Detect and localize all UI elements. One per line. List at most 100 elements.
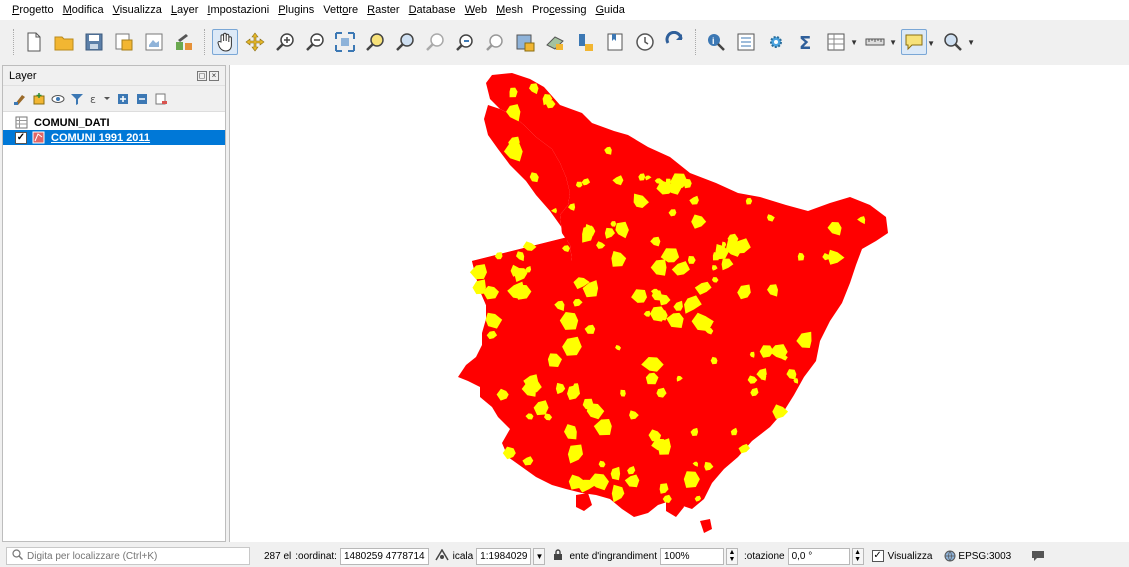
menu-item[interactable]: Raster — [367, 0, 399, 20]
save-icon — [85, 33, 103, 51]
identify-features-button[interactable]: i — [703, 29, 729, 55]
layers-panel: Layer ◻ × ε COMUNI_DATI ✓ COMUNI 1991 20… — [2, 65, 226, 542]
zoom-in-button[interactable] — [272, 29, 298, 55]
menu-item[interactable]: Processing — [532, 0, 586, 20]
chevron-down-icon[interactable]: ▼ — [927, 39, 935, 48]
menu-item[interactable]: Guida — [595, 0, 624, 20]
save-as-button[interactable] — [111, 29, 137, 55]
eye-icon[interactable] — [51, 92, 65, 106]
clock-icon — [636, 33, 654, 51]
float-panel-icon[interactable]: ◻ — [197, 70, 207, 81]
layer-item-comuni-dati[interactable]: COMUNI_DATI — [3, 115, 225, 130]
open-field-calculator-button[interactable] — [733, 29, 759, 55]
filter-icon[interactable] — [70, 92, 84, 106]
new-bookmark-button[interactable] — [572, 29, 598, 55]
field-calculator-icon — [737, 33, 755, 51]
attribute-table-button[interactable]: ▼ — [823, 29, 858, 55]
new-map-view-button[interactable] — [512, 29, 538, 55]
magnifier-spinner[interactable]: ▲ ▼ — [725, 547, 738, 565]
zoom-next-button[interactable] — [482, 29, 508, 55]
svg-text:ε: ε — [90, 93, 96, 106]
save-project-button[interactable] — [81, 29, 107, 55]
menu-item[interactable]: Layer — [171, 0, 199, 20]
lock-scale-icon[interactable] — [553, 548, 563, 564]
zoom-to-layer-button[interactable] — [392, 29, 418, 55]
hand-icon — [217, 32, 232, 52]
zoom-full-button[interactable] — [332, 29, 358, 55]
toolbar: i Σ ▼ ▼ ▼ ▼ — [0, 20, 1129, 64]
locator-input[interactable] — [27, 550, 227, 562]
menu-item[interactable]: Modifica — [63, 0, 104, 20]
open-project-button[interactable] — [51, 29, 77, 55]
messages-icon[interactable] — [1031, 549, 1045, 564]
search-settings-icon — [944, 33, 962, 51]
toolbar-grip[interactable] — [204, 29, 207, 55]
globe-icon — [944, 550, 956, 562]
pan-to-selection-button[interactable] — [242, 29, 268, 55]
map-canvas[interactable] — [229, 65, 1129, 542]
menu-item[interactable]: Web — [465, 0, 487, 20]
rotation-field[interactable]: 0,0 ° — [787, 547, 850, 565]
zoom-out-button[interactable] — [302, 29, 328, 55]
scale-value: 1:1984029 — [480, 550, 528, 562]
layers-panel-header: Layer ◻ × — [3, 66, 225, 86]
locator-bar[interactable] — [6, 547, 250, 565]
coordinate-field[interactable]: 1480259 4778714 — [339, 547, 429, 565]
chevron-down-icon[interactable]: ▼ — [967, 38, 975, 47]
menu-item[interactable]: Impostazioni — [207, 0, 269, 20]
render-checkbox[interactable]: ✓ — [871, 550, 884, 562]
sigma-icon: Σ — [799, 33, 811, 53]
menu-item[interactable]: Plugins — [278, 0, 314, 20]
menu-item[interactable]: Mesh — [496, 0, 523, 20]
show-bookmarks-button[interactable] — [602, 29, 628, 55]
expression-filter-icon[interactable]: ε — [89, 92, 111, 106]
print-layout-button[interactable] — [141, 29, 167, 55]
close-icon[interactable]: × — [209, 70, 219, 81]
expand-all-icon[interactable] — [116, 92, 130, 106]
style-manager-button[interactable] — [171, 29, 197, 55]
statistical-summary-button[interactable]: Σ — [793, 29, 819, 55]
menu-item[interactable]: Vettore — [323, 0, 358, 20]
rotation-value: 0,0 ° — [791, 550, 813, 562]
zoom-last-button[interactable] — [452, 29, 478, 55]
chevron-down-icon[interactable]: ▼ — [850, 38, 858, 47]
new-3d-view-button[interactable] — [542, 29, 568, 55]
scale-field[interactable]: 1:1984029 — [476, 547, 532, 565]
bookmarks-icon — [607, 33, 623, 51]
toolbar-grip[interactable] — [13, 29, 16, 55]
zoom-to-selection-button[interactable] — [362, 29, 388, 55]
zoom-in-icon — [276, 33, 294, 51]
menu-item[interactable]: Database — [409, 0, 456, 20]
menu-item[interactable]: Visualizza — [113, 0, 162, 20]
locator-settings-button[interactable]: ▼ — [940, 29, 975, 55]
refresh-button[interactable] — [662, 29, 688, 55]
layer-name: COMUNI 1991 2011 — [51, 131, 151, 144]
crs-toggle-icon[interactable] — [434, 548, 449, 564]
layer-visibility-checkbox[interactable]: ✓ — [15, 131, 27, 144]
ruler-icon — [865, 38, 885, 46]
toolbar-grip[interactable] — [695, 29, 698, 55]
render-label: Visualizza — [887, 550, 933, 562]
zoom-native-button[interactable] — [422, 29, 448, 55]
toolbox-button[interactable] — [763, 29, 789, 55]
scale-dropdown-icon[interactable]: ▼ — [533, 547, 546, 565]
pan-selection-icon — [245, 32, 265, 52]
temporal-controller-button[interactable] — [632, 29, 658, 55]
style-layer-icon[interactable] — [13, 92, 27, 106]
menu-item[interactable]: Progetto — [12, 0, 54, 20]
layer-item-comuni-1991-2011[interactable]: ✓ COMUNI 1991 2011 — [3, 130, 225, 145]
rotation-spinner[interactable]: ▲ ▼ — [851, 547, 864, 565]
remove-layer-icon[interactable] — [154, 92, 168, 106]
crs-button[interactable]: EPSG:3003 — [944, 550, 1011, 562]
pan-map-button[interactable] — [212, 29, 238, 55]
collapse-all-icon[interactable] — [135, 92, 149, 106]
polygon-layer-icon — [32, 131, 45, 144]
folder-icon — [54, 36, 74, 51]
magnifier-field[interactable]: 100% — [659, 547, 724, 565]
chevron-down-icon[interactable]: ▼ — [889, 38, 897, 47]
3d-view-icon — [546, 36, 564, 50]
map-tips-button[interactable]: ▼ — [901, 29, 935, 55]
add-group-icon[interactable] — [32, 92, 46, 106]
new-project-button[interactable] — [21, 29, 47, 55]
measure-button[interactable]: ▼ — [862, 29, 897, 55]
